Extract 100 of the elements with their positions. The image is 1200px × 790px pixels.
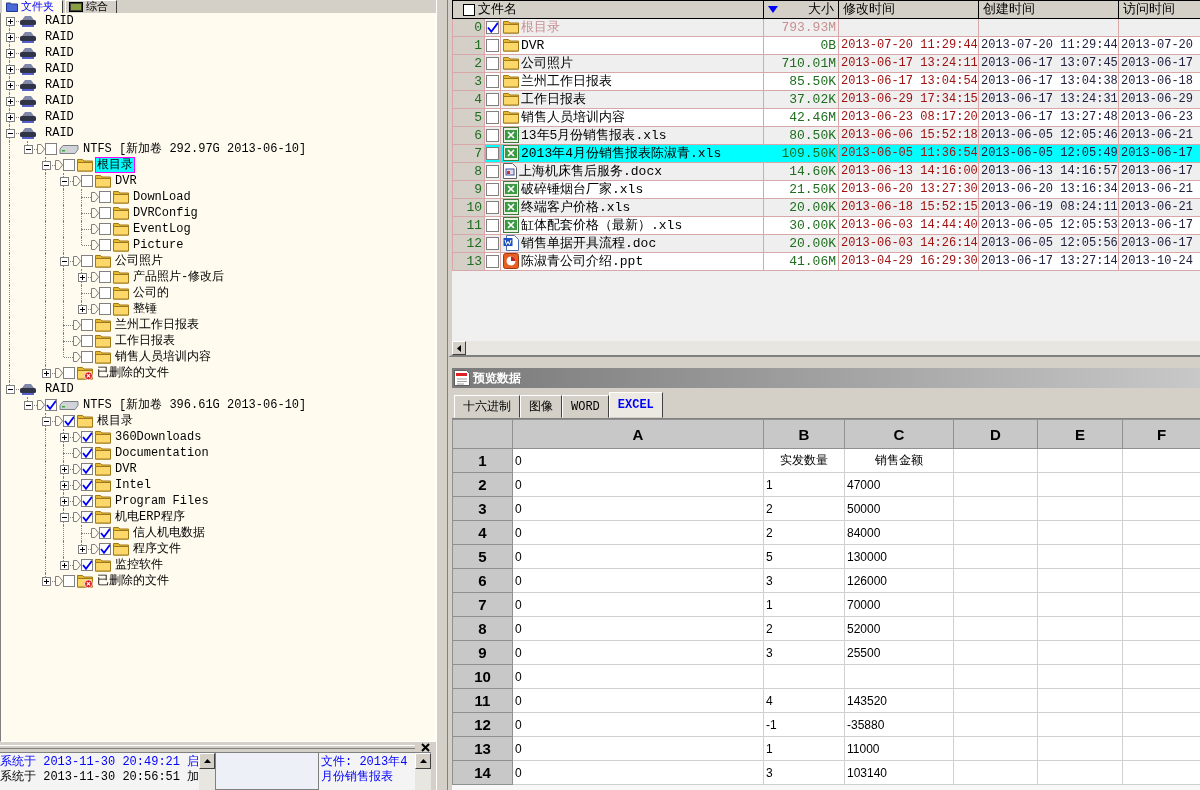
tab[interactable]: EXCEL [608, 392, 663, 418]
column-header[interactable]: D [953, 419, 1038, 449]
checkbox[interactable] [486, 255, 499, 268]
checkbox[interactable] [486, 93, 499, 106]
minus-box-icon[interactable] [5, 384, 15, 394]
checkbox[interactable] [63, 367, 75, 379]
checkbox[interactable] [486, 75, 499, 88]
checkbox[interactable] [99, 271, 111, 283]
tree-item[interactable]: Intel [113, 477, 153, 493]
tab[interactable]: 文件夹 [2, 0, 63, 13]
sort-down-icon[interactable] [768, 5, 778, 13]
checkbox[interactable] [99, 543, 111, 555]
checkbox[interactable] [463, 3, 475, 16]
row-header[interactable]: 6 [452, 568, 513, 593]
row-header[interactable]: 12 [452, 712, 513, 737]
checkbox[interactable] [99, 303, 111, 315]
checkbox[interactable] [45, 143, 57, 155]
tree-item[interactable]: 根目录 [95, 157, 135, 173]
column-header[interactable]: A [512, 419, 764, 449]
checkbox[interactable] [81, 495, 93, 507]
scroll-left-button[interactable] [452, 341, 466, 355]
checkbox[interactable] [99, 191, 111, 203]
row-header[interactable]: 9 [452, 640, 513, 665]
plus-box-icon[interactable] [59, 432, 69, 442]
tree-item[interactable]: RAID [43, 125, 76, 141]
minus-box-icon[interactable] [59, 256, 69, 266]
checkbox[interactable] [81, 175, 93, 187]
tree-item[interactable]: NTFS [新加卷 292.97G 2013-06-10] [81, 141, 309, 157]
scrollbar[interactable] [415, 752, 431, 790]
tree-item[interactable]: 根目录 [95, 413, 135, 429]
minus-box-icon[interactable] [41, 416, 51, 426]
checkbox[interactable] [486, 165, 499, 178]
row-header[interactable]: 14 [452, 760, 513, 785]
checkbox[interactable] [486, 237, 499, 250]
column-header[interactable]: E [1037, 419, 1123, 449]
plus-box-icon[interactable] [59, 480, 69, 490]
scroll-up-button[interactable] [415, 753, 431, 769]
checkbox[interactable] [486, 147, 499, 160]
tree-item[interactable]: 360Downloads [113, 429, 204, 445]
checkbox[interactable] [81, 447, 93, 459]
plus-box-icon[interactable] [5, 32, 15, 42]
tree-item[interactable]: 公司的 [131, 285, 171, 301]
plus-box-icon[interactable] [5, 112, 15, 122]
row-header[interactable]: 1 [452, 448, 513, 473]
tree-item[interactable]: RAID [43, 77, 76, 93]
row-header[interactable]: 5 [452, 544, 513, 569]
row-header[interactable]: 13 [452, 736, 513, 761]
row-header[interactable]: 8 [452, 616, 513, 641]
checkbox[interactable] [486, 183, 499, 196]
splitter-bar[interactable] [436, 0, 448, 790]
tree-item[interactable]: 已删除的文件 [95, 365, 171, 381]
tree-item[interactable]: 销售人员培训内容 [113, 349, 213, 365]
plus-box-icon[interactable] [77, 272, 87, 282]
row-header[interactable]: 11 [452, 688, 513, 713]
checkbox[interactable] [81, 431, 93, 443]
tree-item[interactable]: 公司照片 [113, 253, 165, 269]
checkbox[interactable] [81, 335, 93, 347]
checkbox[interactable] [81, 463, 93, 475]
checkbox[interactable] [99, 239, 111, 251]
checkbox[interactable] [81, 511, 93, 523]
minus-box-icon[interactable] [23, 144, 33, 154]
column-header[interactable]: F [1122, 419, 1200, 449]
plus-box-icon[interactable] [77, 544, 87, 554]
row-header[interactable]: 10 [452, 664, 513, 689]
row-header[interactable]: 7 [452, 592, 513, 617]
checkbox[interactable] [81, 559, 93, 571]
checkbox[interactable] [63, 575, 75, 587]
tree-item[interactable]: DownLoad [131, 189, 193, 205]
column-header[interactable]: 文件名 [478, 2, 517, 18]
tree-item[interactable]: 监控软件 [113, 557, 165, 573]
tree-item[interactable]: NTFS [新加卷 396.61G 2013-06-10] [81, 397, 309, 413]
plus-box-icon[interactable] [5, 96, 15, 106]
minus-box-icon[interactable] [59, 512, 69, 522]
scrollbar[interactable] [452, 341, 1200, 355]
scroll-up-button[interactable] [199, 753, 215, 769]
checkbox[interactable] [486, 111, 499, 124]
tree-item[interactable]: 机电ERP程序 [113, 509, 187, 525]
tree-item[interactable]: EventLog [131, 221, 193, 237]
tab[interactable]: WORD [562, 395, 609, 418]
tab[interactable]: 十六进制 [454, 395, 520, 418]
tree-item[interactable]: Picture [131, 237, 186, 253]
tree-item[interactable]: 信人机电数据 [131, 525, 207, 541]
row-header[interactable]: 4 [452, 520, 513, 545]
plus-box-icon[interactable] [59, 464, 69, 474]
tab[interactable]: 图像 [520, 395, 562, 418]
tree-item[interactable]: 工作日报表 [113, 333, 177, 349]
row-header[interactable]: 3 [452, 496, 513, 521]
tree-item[interactable]: 产品照片-修改后 [131, 269, 227, 285]
checkbox[interactable] [81, 255, 93, 267]
tree-item[interactable]: RAID [43, 45, 76, 61]
column-header[interactable]: C [844, 419, 954, 449]
checkbox[interactable] [486, 219, 499, 232]
checkbox[interactable] [486, 39, 499, 52]
plus-box-icon[interactable] [59, 496, 69, 506]
plus-box-icon[interactable] [5, 80, 15, 90]
checkbox[interactable] [99, 207, 111, 219]
tree-item[interactable]: RAID [43, 381, 76, 397]
plus-box-icon[interactable] [5, 16, 15, 26]
checkbox[interactable] [81, 351, 93, 363]
column-header[interactable]: B [763, 419, 845, 449]
